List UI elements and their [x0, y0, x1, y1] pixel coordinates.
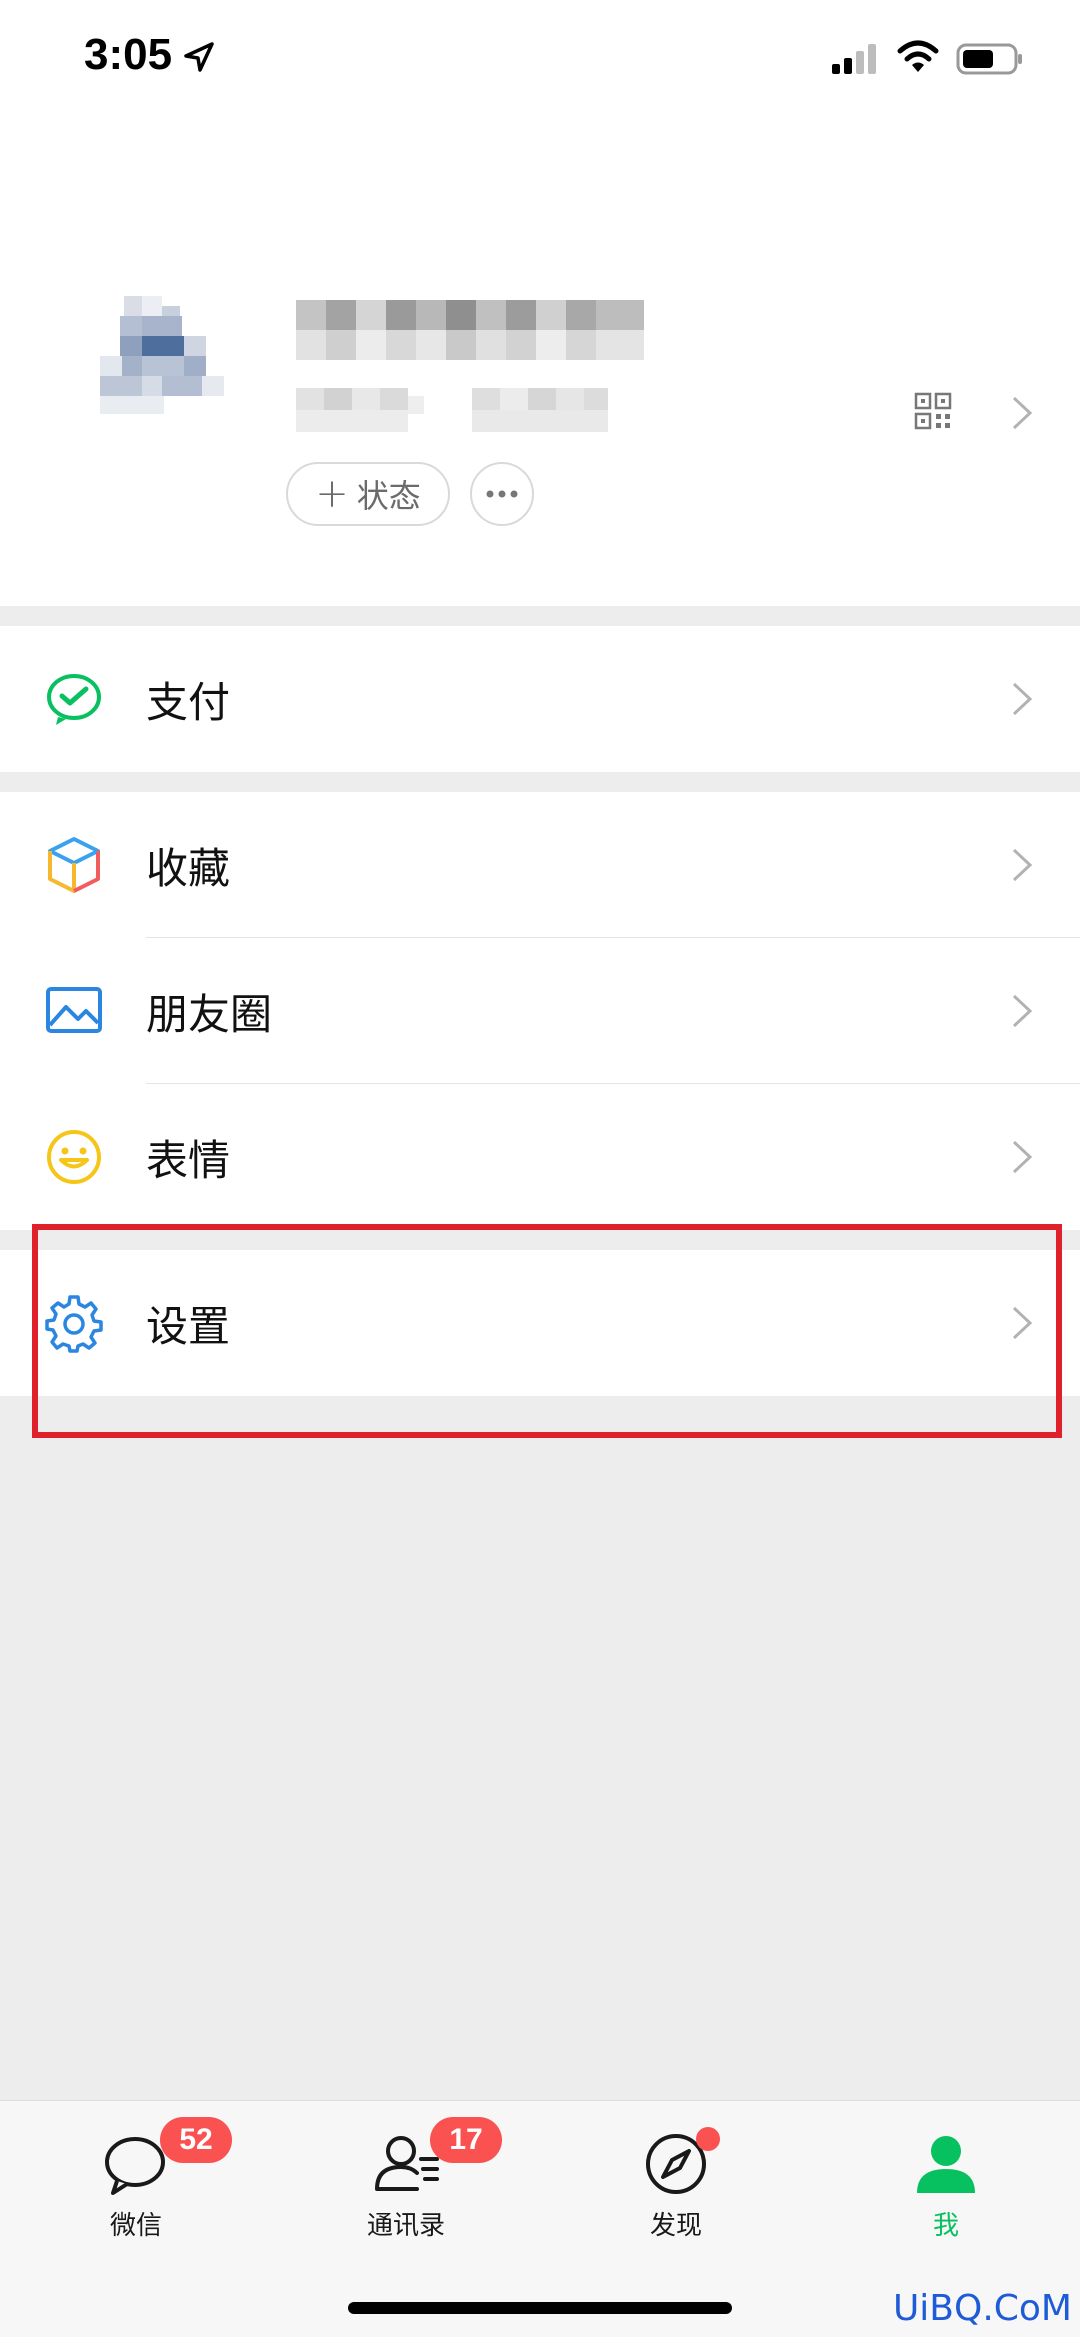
wifi-icon — [897, 40, 939, 72]
chevron-right-icon — [1012, 396, 1033, 430]
me-screen: 3:05 + 状态 支付 收藏 朋友圈 表情 设置 微信 52 通讯录 17 发… — [0, 0, 1080, 2337]
menu-item-label: 表情 — [146, 1135, 231, 1185]
cube-icon — [48, 837, 100, 893]
picture-icon — [46, 987, 102, 1033]
more-dots-icon — [486, 490, 518, 498]
battery-icon — [956, 43, 1022, 75]
tab-label: 我 — [932, 2211, 959, 2241]
chevron-right-icon — [1012, 994, 1033, 1028]
pay-group: 支付 — [0, 626, 1080, 772]
status-time: 3:05 — [84, 30, 173, 79]
menu-item-label: 支付 — [146, 677, 231, 727]
menu-item-label: 收藏 — [146, 843, 231, 893]
wechat-id-blurred — [296, 388, 608, 432]
tab-chats[interactable]: 微信 52 — [36, 2117, 236, 2257]
wechat-pay-icon — [47, 674, 101, 725]
person-icon — [917, 2136, 975, 2193]
new-content-dot — [696, 2127, 720, 2151]
status-button-label: 状态 — [356, 477, 421, 515]
status-bar: 3:05 — [0, 0, 1080, 120]
watermark: UiBQ.CoM — [892, 2288, 1072, 2329]
menu-item-stickers[interactable]: 表情 — [0, 1084, 1080, 1230]
more-status-button[interactable] — [470, 462, 534, 526]
tab-label: 发现 — [649, 2211, 702, 2241]
avatar[interactable] — [100, 296, 228, 416]
profile-header[interactable]: + 状态 — [0, 120, 1080, 606]
unread-badge: 17 — [430, 2117, 502, 2163]
menu-item-favorites[interactable]: 收藏 — [0, 792, 1080, 938]
chevron-right-icon — [1012, 1140, 1033, 1174]
tab-me[interactable]: 我 — [846, 2117, 1046, 2257]
tab-contacts[interactable]: 通讯录 17 — [306, 2117, 506, 2257]
nickname-blurred — [296, 296, 644, 364]
tab-label: 通讯录 — [366, 2211, 445, 2241]
qr-code-icon[interactable] — [914, 392, 952, 430]
home-indicator[interactable] — [348, 2302, 732, 2314]
tab-discover[interactable]: 发现 — [576, 2117, 776, 2257]
menu-item-label: 朋友圈 — [146, 989, 273, 1039]
menu-item-pay[interactable]: 支付 — [0, 626, 1080, 772]
plus-icon: + — [315, 471, 349, 517]
signal-icon — [832, 44, 876, 74]
tab-label: 微信 — [109, 2211, 162, 2241]
smiley-icon — [47, 1130, 101, 1184]
unread-badge: 52 — [160, 2117, 232, 2163]
chevron-right-icon — [1012, 682, 1033, 716]
chevron-right-icon — [1012, 848, 1033, 882]
content-group: 收藏 朋友圈 表情 — [0, 792, 1080, 1230]
location-arrow-icon — [184, 42, 214, 72]
menu-item-moments[interactable]: 朋友圈 — [0, 938, 1080, 1084]
add-status-button[interactable]: + 状态 — [286, 462, 450, 526]
settings-highlight-box — [32, 1224, 1062, 1438]
